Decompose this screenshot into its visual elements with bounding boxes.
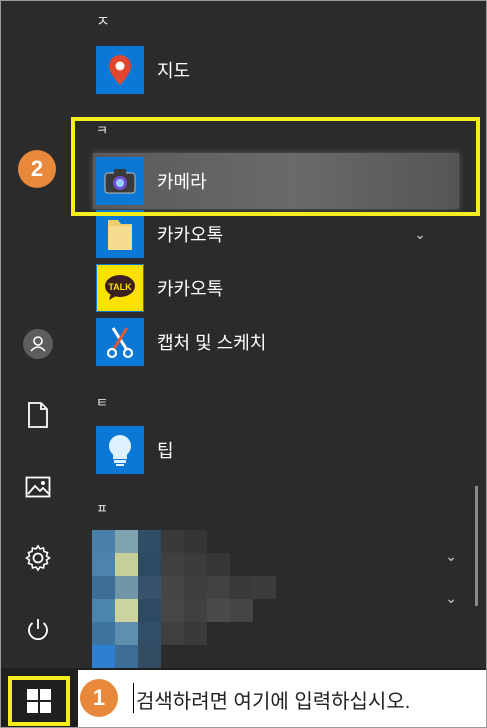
power-button[interactable] (18, 610, 58, 650)
snip-sketch-tile (96, 318, 144, 366)
section-header-j[interactable]: ㅈ (96, 10, 110, 31)
step-badge-2: 2 (18, 150, 56, 188)
chevron-down-icon[interactable]: ⌄ (445, 548, 457, 565)
chevron-down-icon[interactable]: ⌄ (414, 226, 426, 243)
app-label: 카카오톡 (157, 225, 224, 245)
app-label: 지도 (157, 61, 191, 81)
map-pin-icon (109, 55, 131, 85)
snip-sketch-icon (106, 327, 134, 359)
section-header-t[interactable]: ㅌ (96, 392, 108, 411)
lightbulb-icon (108, 435, 132, 466)
kakaotalk-tile: TALK (96, 264, 144, 312)
search-placeholder: 검색하려면 여기에 입력하십시오. (136, 690, 411, 713)
search-box[interactable]: 검색하려면 여기에 입력하십시오. (78, 670, 487, 728)
app-item-maps[interactable]: 지도 (96, 46, 456, 94)
app-item-kakaotalk[interactable]: TALK 카카오톡 (96, 264, 456, 312)
tips-tile (96, 426, 144, 474)
app-item-tips[interactable]: 팁 (96, 426, 456, 474)
pictures-icon (25, 476, 51, 498)
settings-button[interactable] (18, 538, 58, 578)
start-menu-rail (0, 0, 76, 668)
power-icon (28, 619, 48, 641)
document-icon (28, 402, 48, 428)
kakaotalk-icon-text: TALK (108, 282, 132, 292)
folder-tile (96, 210, 144, 258)
documents-button[interactable] (18, 395, 58, 435)
settings-icon (25, 544, 51, 572)
text-caret (133, 683, 134, 713)
highlight-box-camera (71, 117, 480, 216)
chevron-down-icon[interactable]: ⌄ (445, 590, 457, 607)
app-label: 캡처 및 스케치 (157, 333, 267, 353)
kakaotalk-icon: TALK (97, 265, 143, 311)
app-label: 팁 (157, 441, 174, 461)
folder-icon (108, 220, 132, 250)
highlight-box-start (8, 676, 70, 726)
app-item-kakaotalk-folder[interactable]: 카카오톡 ⌄ (96, 210, 456, 258)
section-header-p[interactable]: ㅍ (96, 498, 108, 517)
step-badge-1: 1 (80, 679, 118, 717)
maps-tile (96, 46, 144, 94)
app-label: 카카오톡 (157, 279, 224, 299)
user-icon (23, 329, 53, 359)
user-account-button[interactable] (18, 324, 58, 364)
pictures-button[interactable] (18, 467, 58, 507)
scrollbar-thumb[interactable] (475, 486, 478, 606)
app-item-snip-sketch[interactable]: 캡처 및 스케치 (96, 318, 456, 366)
